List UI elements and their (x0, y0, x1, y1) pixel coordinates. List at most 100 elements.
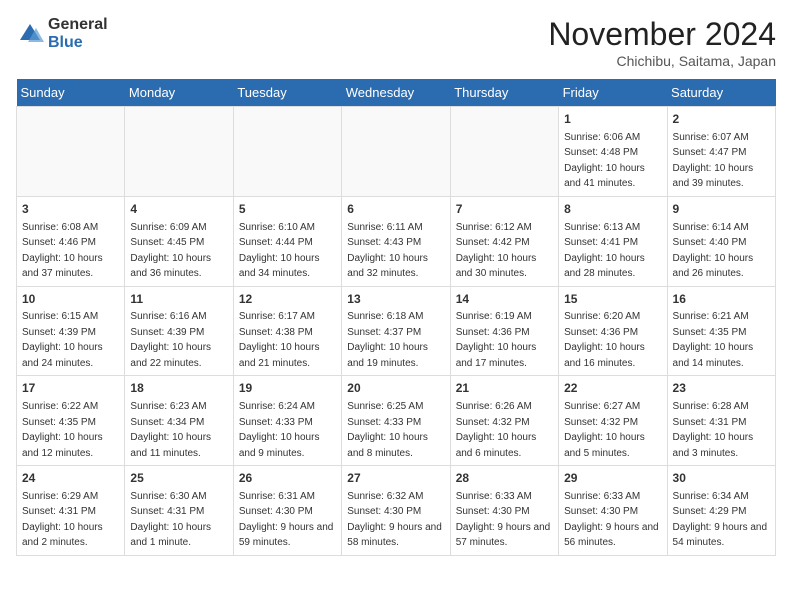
calendar-cell: 6 Sunrise: 6:11 AM Sunset: 4:43 PM Daylig… (342, 196, 450, 286)
calendar-cell: 8Sunrise: 6:13 AM Sunset: 4:41 PM Daylig… (559, 196, 667, 286)
calendar-cell: 23 Sunrise: 6:28 AM Sunset: 4:31 PM Dayli… (667, 376, 775, 466)
day-info: Sunrise: 6:19 AM Sunset: 4:36 PM Dayligh… (456, 311, 537, 369)
day-of-week-header: Wednesday (342, 79, 450, 107)
day-info: Sunrise: 6:07 AM Sunset: 4:47 PM Dayligh… (673, 132, 754, 190)
day-info: Sunrise: 6:20 AM Sunset: 4:36 PM Dayligh… (564, 311, 645, 369)
calendar-cell: 16 Sunrise: 6:21 AM Sunset: 4:35 PM Dayli… (667, 286, 775, 376)
day-info: Sunrise: 6:26 AM Sunset: 4:32 PM Dayligh… (456, 401, 537, 459)
day-number: 15 (564, 291, 661, 308)
calendar-cell: 14 Sunrise: 6:19 AM Sunset: 4:36 PM Dayli… (450, 286, 558, 376)
day-number: 13 (347, 291, 444, 308)
day-number: 2 (673, 111, 770, 128)
calendar-cell (450, 107, 558, 197)
calendar-week-row: 3 Sunrise: 6:08 AM Sunset: 4:46 PM Daylig… (17, 196, 776, 286)
day-number: 6 (347, 201, 444, 218)
day-info: Sunrise: 6:06 AM Sunset: 4:48 PM Dayligh… (564, 132, 645, 190)
day-number: 19 (239, 380, 336, 397)
day-number: 29 (564, 470, 661, 487)
calendar-cell: 12 Sunrise: 6:17 AM Sunset: 4:38 PM Dayli… (233, 286, 341, 376)
day-info: Sunrise: 6:17 AM Sunset: 4:38 PM Dayligh… (239, 311, 320, 369)
calendar-cell: 17Sunrise: 6:22 AM Sunset: 4:35 PM Dayli… (17, 376, 125, 466)
day-info: Sunrise: 6:32 AM Sunset: 4:30 PM Dayligh… (347, 491, 442, 549)
day-info: Sunrise: 6:10 AM Sunset: 4:44 PM Dayligh… (239, 222, 320, 280)
day-of-week-header: Sunday (17, 79, 125, 107)
calendar-cell: 15 Sunrise: 6:20 AM Sunset: 4:36 PM Dayli… (559, 286, 667, 376)
day-info: Sunrise: 6:12 AM Sunset: 4:42 PM Dayligh… (456, 222, 537, 280)
title-area: November 2024 Chichibu, Saitama, Japan (548, 16, 776, 69)
day-number: 28 (456, 470, 553, 487)
calendar-week-row: 17Sunrise: 6:22 AM Sunset: 4:35 PM Dayli… (17, 376, 776, 466)
day-header-row: SundayMondayTuesdayWednesdayThursdayFrid… (17, 79, 776, 107)
calendar-week-row: 1 Sunrise: 6:06 AM Sunset: 4:48 PM Daylig… (17, 107, 776, 197)
day-info: Sunrise: 6:09 AM Sunset: 4:45 PM Dayligh… (130, 222, 211, 280)
day-info: Sunrise: 6:11 AM Sunset: 4:43 PM Dayligh… (347, 222, 428, 280)
day-info: Sunrise: 6:14 AM Sunset: 4:40 PM Dayligh… (673, 222, 754, 280)
day-info: Sunrise: 6:34 AM Sunset: 4:29 PM Dayligh… (673, 491, 768, 549)
day-info: Sunrise: 6:28 AM Sunset: 4:31 PM Dayligh… (673, 401, 754, 459)
calendar-week-row: 24 Sunrise: 6:29 AM Sunset: 4:31 PM Dayli… (17, 466, 776, 556)
day-info: Sunrise: 6:21 AM Sunset: 4:35 PM Dayligh… (673, 311, 754, 369)
calendar-cell: 2 Sunrise: 6:07 AM Sunset: 4:47 PM Daylig… (667, 107, 775, 197)
day-info: Sunrise: 6:33 AM Sunset: 4:30 PM Dayligh… (456, 491, 551, 549)
day-info: Sunrise: 6:15 AM Sunset: 4:39 PM Dayligh… (22, 311, 103, 369)
day-number: 1 (564, 111, 661, 128)
day-info: Sunrise: 6:25 AM Sunset: 4:33 PM Dayligh… (347, 401, 428, 459)
day-number: 18 (130, 380, 227, 397)
day-number: 23 (673, 380, 770, 397)
day-number: 5 (239, 201, 336, 218)
day-number: 21 (456, 380, 553, 397)
calendar-cell (233, 107, 341, 197)
calendar-cell: 19 Sunrise: 6:24 AM Sunset: 4:33 PM Dayli… (233, 376, 341, 466)
day-number: 11 (130, 291, 227, 308)
calendar-cell: 11 Sunrise: 6:16 AM Sunset: 4:39 PM Dayli… (125, 286, 233, 376)
calendar-cell: 28 Sunrise: 6:33 AM Sunset: 4:30 PM Dayli… (450, 466, 558, 556)
logo-blue-text: Blue (48, 34, 108, 52)
day-number: 14 (456, 291, 553, 308)
calendar-cell: 27 Sunrise: 6:32 AM Sunset: 4:30 PM Dayli… (342, 466, 450, 556)
calendar-cell: 30 Sunrise: 6:34 AM Sunset: 4:29 PM Dayli… (667, 466, 775, 556)
day-info: Sunrise: 6:29 AM Sunset: 4:31 PM Dayligh… (22, 491, 103, 549)
day-info: Sunrise: 6:33 AM Sunset: 4:30 PM Dayligh… (564, 491, 659, 549)
logo: General Blue (16, 16, 108, 51)
month-year: November 2024 (548, 16, 776, 53)
day-of-week-header: Monday (125, 79, 233, 107)
day-number: 9 (673, 201, 770, 218)
day-info: Sunrise: 6:23 AM Sunset: 4:34 PM Dayligh… (130, 401, 211, 459)
calendar-cell: 3 Sunrise: 6:08 AM Sunset: 4:46 PM Daylig… (17, 196, 125, 286)
day-of-week-header: Saturday (667, 79, 775, 107)
calendar-cell (125, 107, 233, 197)
day-number: 27 (347, 470, 444, 487)
day-info: Sunrise: 6:18 AM Sunset: 4:37 PM Dayligh… (347, 311, 428, 369)
day-number: 30 (673, 470, 770, 487)
day-number: 16 (673, 291, 770, 308)
day-info: Sunrise: 6:31 AM Sunset: 4:30 PM Dayligh… (239, 491, 334, 549)
calendar-cell: 13 Sunrise: 6:18 AM Sunset: 4:37 PM Dayli… (342, 286, 450, 376)
day-info: Sunrise: 6:22 AM Sunset: 4:35 PM Dayligh… (22, 401, 103, 459)
day-number: 12 (239, 291, 336, 308)
day-number: 3 (22, 201, 119, 218)
day-info: Sunrise: 6:27 AM Sunset: 4:32 PM Dayligh… (564, 401, 645, 459)
day-number: 10 (22, 291, 119, 308)
calendar-cell: 22 Sunrise: 6:27 AM Sunset: 4:32 PM Dayli… (559, 376, 667, 466)
calendar-cell: 4 Sunrise: 6:09 AM Sunset: 4:45 PM Daylig… (125, 196, 233, 286)
logo-text: General Blue (48, 16, 108, 51)
day-number: 7 (456, 201, 553, 218)
day-number: 4 (130, 201, 227, 218)
calendar-cell: 29 Sunrise: 6:33 AM Sunset: 4:30 PM Dayli… (559, 466, 667, 556)
calendar-cell: 9 Sunrise: 6:14 AM Sunset: 4:40 PM Daylig… (667, 196, 775, 286)
day-number: 22 (564, 380, 661, 397)
calendar-cell: 21 Sunrise: 6:26 AM Sunset: 4:32 PM Dayli… (450, 376, 558, 466)
header: General Blue November 2024 Chichibu, Sai… (16, 16, 776, 69)
day-info: Sunrise: 6:16 AM Sunset: 4:39 PM Dayligh… (130, 311, 211, 369)
calendar-cell (342, 107, 450, 197)
calendar-cell: 10 Sunrise: 6:15 AM Sunset: 4:39 PM Dayli… (17, 286, 125, 376)
day-info: Sunrise: 6:24 AM Sunset: 4:33 PM Dayligh… (239, 401, 320, 459)
day-number: 20 (347, 380, 444, 397)
calendar-table: SundayMondayTuesdayWednesdayThursdayFrid… (16, 79, 776, 556)
calendar-week-row: 10 Sunrise: 6:15 AM Sunset: 4:39 PM Dayli… (17, 286, 776, 376)
day-info: Sunrise: 6:08 AM Sunset: 4:46 PM Dayligh… (22, 222, 103, 280)
calendar-cell: 1 Sunrise: 6:06 AM Sunset: 4:48 PM Daylig… (559, 107, 667, 197)
day-number: 24 (22, 470, 119, 487)
calendar-cell: 24 Sunrise: 6:29 AM Sunset: 4:31 PM Dayli… (17, 466, 125, 556)
day-info: Sunrise: 6:13 AM Sunset: 4:41 PM Dayligh… (564, 222, 645, 280)
